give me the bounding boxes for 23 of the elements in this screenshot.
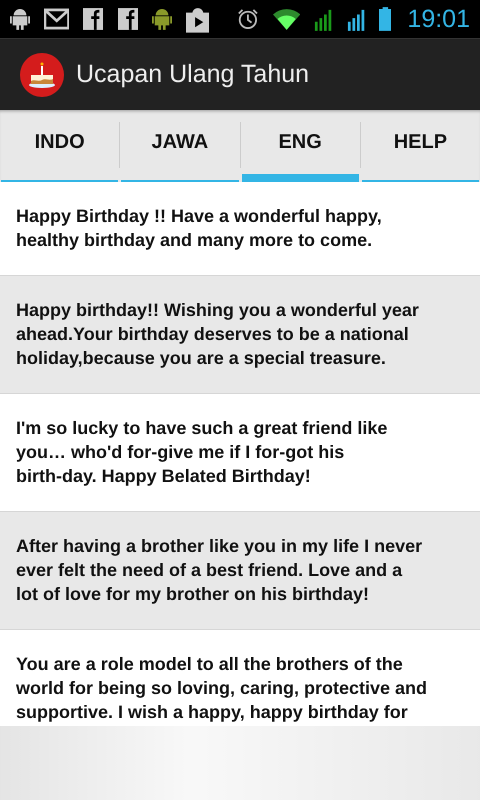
mail-icon bbox=[44, 7, 70, 31]
app-title: Ucapan Ulang Tahun bbox=[76, 60, 310, 89]
play-store-icon bbox=[186, 5, 210, 33]
tab[interactable]: JAWA bbox=[121, 110, 238, 174]
message-row[interactable]: Happy birthday!! Wishing you a wonderful year ahead.Your birthday deserves to be a national holiday,because you are a special treasure. bbox=[0, 276, 480, 394]
wifi-icon bbox=[273, 7, 300, 31]
android-icon bbox=[10, 6, 30, 32]
message-text: You are a role model to all the brothers of the world for being so loving, caring, protective and supportive. I wish a happy, happy birthday for bbox=[16, 653, 428, 724]
message-text: After having a brother like you in my life I never ever felt the need of a best friend. Love and a lot of love for my brother on his birthday! bbox=[16, 535, 424, 606]
message-text: Happy Birthday !! Have a wonderful happy, healthy birthday and many more to come. bbox=[16, 205, 383, 252]
facebook-icon bbox=[83, 7, 104, 31]
message-row[interactable]: After having a brother like you in my life I never ever felt the need of a best friend. Love and a lot of love for my brother on his birthday! bbox=[0, 512, 480, 630]
tab[interactable]: ENG bbox=[242, 110, 359, 174]
tab[interactable]: INDO bbox=[1, 110, 118, 174]
message-text: I'm so lucky to have such a great friend like you… who'd for-give me if I for-got his birth-day. Happy Belated Birthday! bbox=[16, 417, 388, 488]
message-text: Happy birthday!! Wishing you a wonderful year ahead.Your birthday deserves to be a national holiday,because you are a special treasure. bbox=[16, 299, 420, 370]
battery-icon bbox=[378, 6, 392, 32]
clock-time: 19:01 bbox=[407, 4, 470, 34]
android-icon bbox=[152, 6, 172, 32]
cake-icon bbox=[20, 52, 64, 96]
tab[interactable]: HELP bbox=[362, 110, 479, 174]
facebook-icon bbox=[118, 7, 138, 31]
alarm-icon bbox=[237, 7, 260, 31]
